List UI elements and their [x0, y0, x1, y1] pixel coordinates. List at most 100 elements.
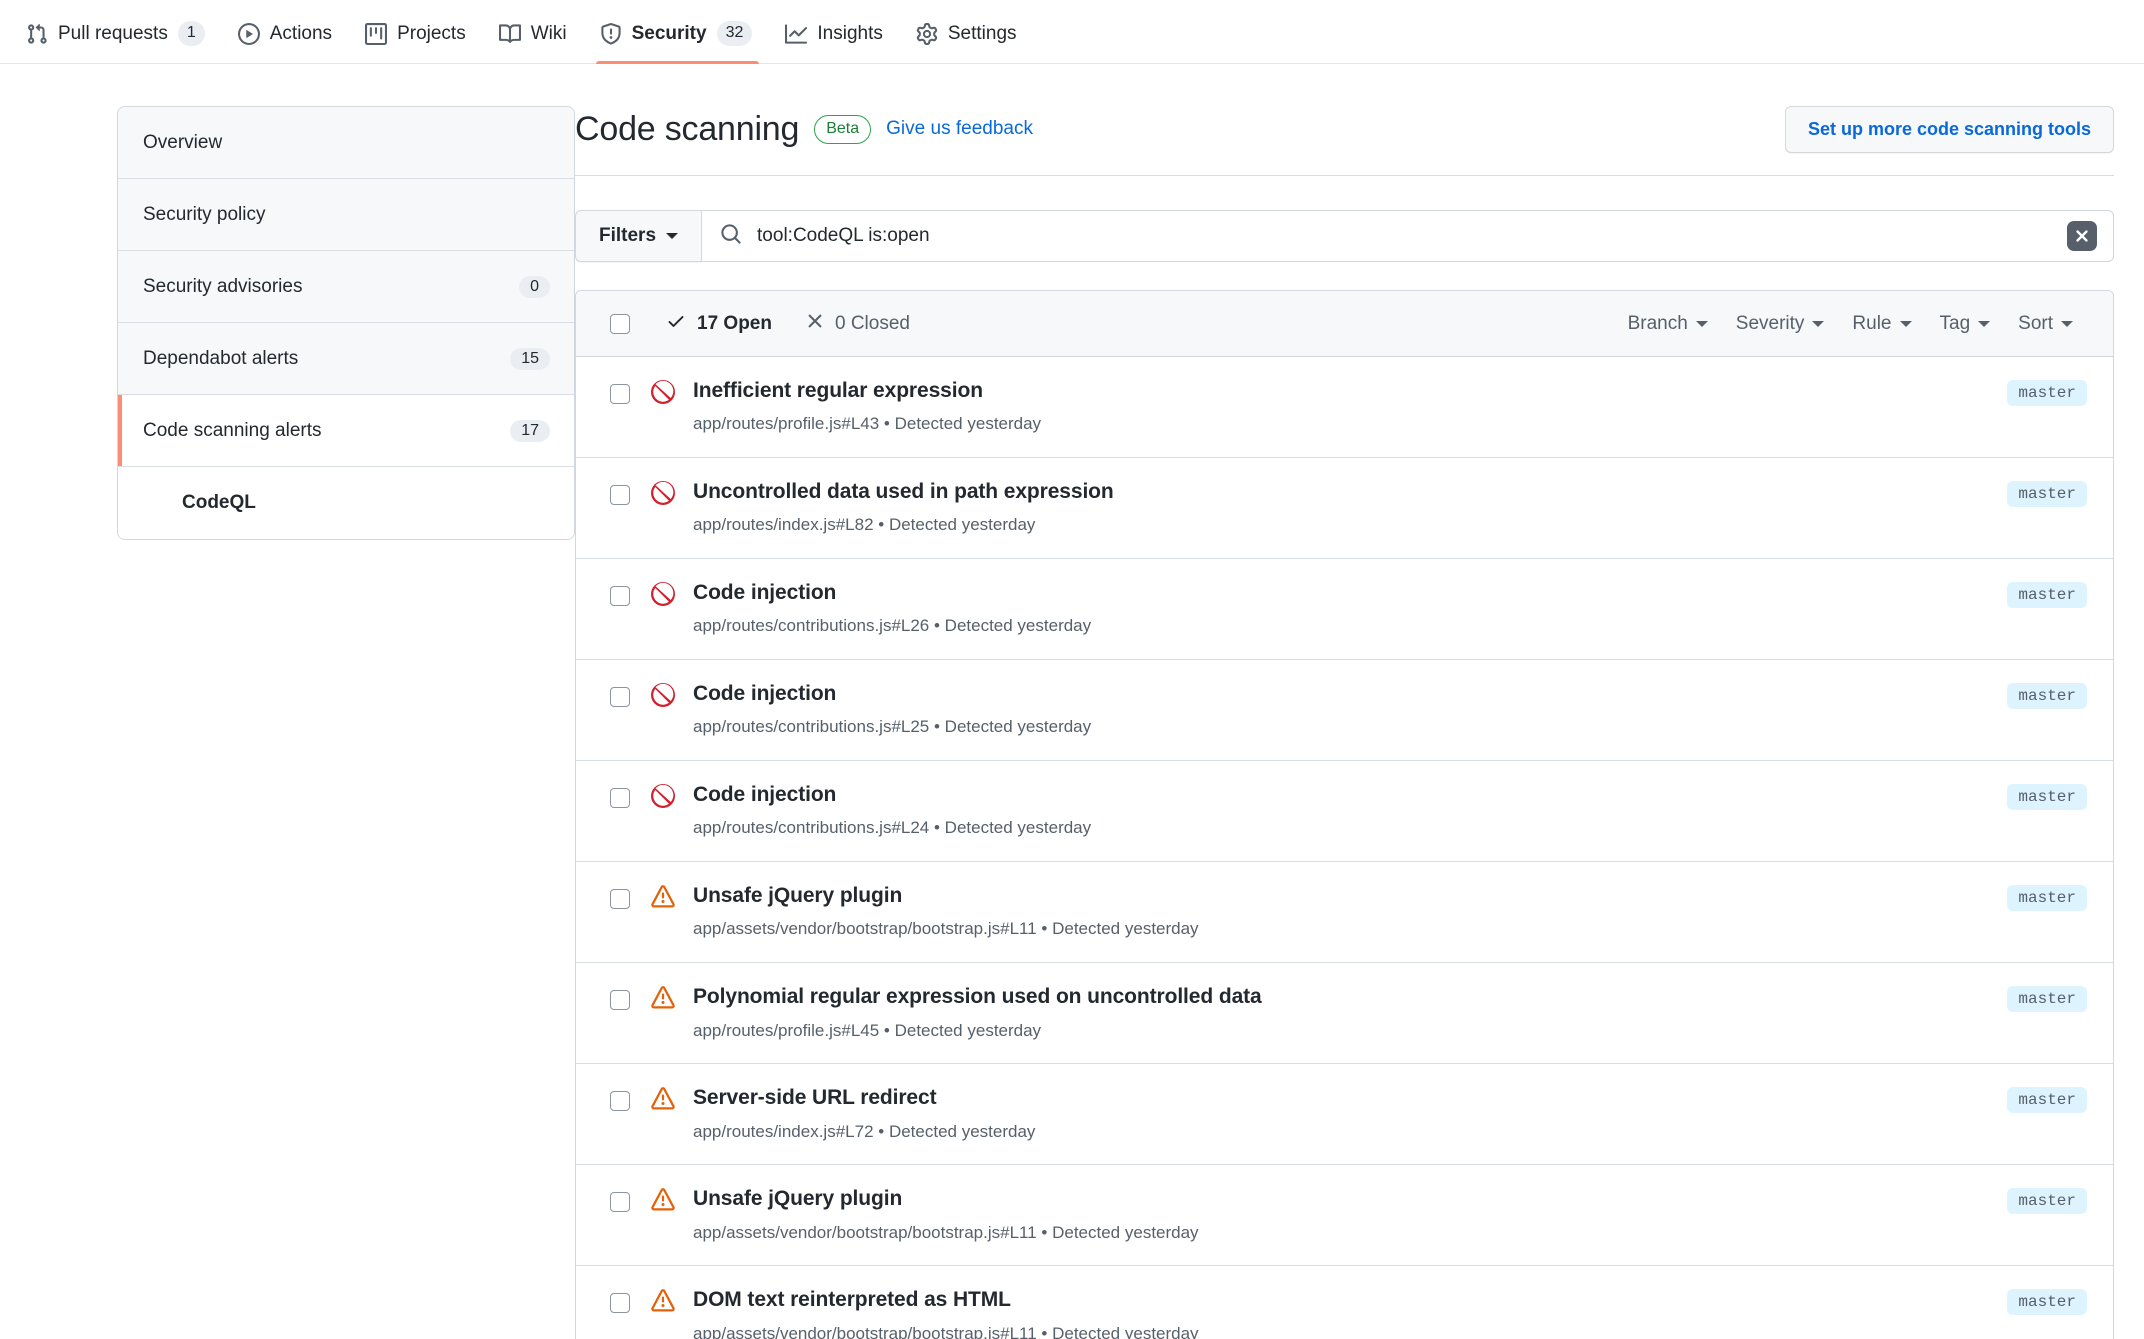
alert-row[interactable]: DOM text reinterpreted as HTML app/assets… — [576, 1266, 2113, 1339]
nav-tab-label: Actions — [269, 23, 333, 44]
sidebar-item-code-scanning-alerts[interactable]: Code scanning alerts 17 — [118, 395, 574, 467]
chevron-down-icon — [1978, 320, 1991, 327]
setup-code-scanning-tools-button[interactable]: Set up more code scanning tools — [1784, 106, 2114, 153]
alert-row[interactable]: Unsafe jQuery plugin app/assets/vendor/bo… — [576, 862, 2113, 964]
alerts-state-filters: 17 Open 0 Closed — [610, 311, 1614, 337]
alert-title-link[interactable]: Code injection — [693, 580, 836, 606]
sidebar-item-dependabot-alerts[interactable]: Dependabot alerts 15 — [118, 323, 574, 395]
alert-title-link[interactable]: Unsafe jQuery plugin — [693, 1186, 902, 1212]
alert-branch-tag: master — [2007, 481, 2087, 508]
alert-row[interactable]: Code injection app/routes/contributions.j… — [576, 660, 2113, 762]
filters-dropdown-button[interactable]: Filters — [575, 210, 703, 262]
sidebar-item-overview[interactable]: Overview — [118, 107, 574, 179]
alert-row-checkbox[interactable] — [610, 1293, 630, 1314]
alert-row-body: Unsafe jQuery plugin app/assets/vendor/bo… — [693, 1186, 2007, 1244]
nav-tab-wiki[interactable]: Wiki — [487, 1, 588, 63]
alert-triangle-icon — [651, 885, 675, 909]
nav-tab-security[interactable]: Security 32 — [588, 1, 774, 64]
alert-detected-time: Detected yesterday — [1052, 1222, 1199, 1242]
alert-row-checkbox[interactable] — [610, 990, 630, 1011]
nav-tab-actions[interactable]: Actions — [226, 1, 353, 63]
alert-meta: app/routes/index.js#L82 • Detected yeste… — [693, 515, 1036, 535]
alert-row[interactable]: Polynomial regular expression used on un… — [576, 963, 2113, 1065]
alert-row-checkbox[interactable] — [610, 1192, 630, 1213]
sidebar-item-security-policy[interactable]: Security policy — [118, 179, 574, 251]
alert-meta: app/routes/profile.js#L43 • Detected yes… — [693, 414, 1042, 434]
dropdown-rule[interactable]: Rule — [1838, 313, 1925, 335]
nav-tab-insights[interactable]: Insights — [773, 1, 903, 63]
alert-row-checkbox[interactable] — [610, 384, 630, 404]
alert-branch-tag: master — [2007, 986, 2087, 1013]
nav-tab-label: Projects — [397, 23, 466, 44]
alert-path: app/routes/profile.js#L43 — [693, 414, 880, 434]
give-feedback-link[interactable]: Give us feedback — [886, 118, 1033, 140]
sidebar-item-codeql[interactable]: CodeQL — [118, 467, 574, 539]
alert-row-body: Uncontrolled data used in path expressio… — [693, 479, 2007, 537]
alert-row[interactable]: Unsafe jQuery plugin app/assets/vendor/bo… — [576, 1165, 2113, 1267]
nav-tab-projects[interactable]: Projects — [353, 1, 487, 63]
alert-row-checkbox[interactable] — [610, 1091, 630, 1112]
stop-circle-icon — [651, 784, 675, 809]
alert-row-checkbox[interactable] — [610, 687, 630, 708]
dropdown-branch[interactable]: Branch — [1614, 313, 1722, 335]
sidebar-item-security-advisories[interactable]: Security advisories 0 — [118, 251, 574, 323]
dropdown-label: Rule — [1852, 312, 1892, 334]
select-all-checkbox[interactable] — [610, 313, 630, 334]
alert-title-link[interactable]: Code injection — [693, 782, 836, 808]
alert-row-checkbox[interactable] — [610, 889, 630, 910]
closed-alerts-filter[interactable]: 0 Closed — [806, 312, 910, 336]
project-board-icon — [365, 22, 388, 45]
dropdown-tag[interactable]: Tag — [1926, 313, 2005, 335]
x-icon — [806, 312, 824, 336]
open-alerts-filter[interactable]: 17 Open — [666, 311, 772, 337]
alert-title-link[interactable]: Unsafe jQuery plugin — [693, 883, 902, 909]
alert-triangle-icon — [651, 1087, 675, 1111]
clear-search-button[interactable] — [2067, 221, 2097, 251]
stop-circle-icon — [651, 380, 675, 404]
alert-row-body: Server-side URL redirect app/routes/index… — [693, 1085, 2007, 1143]
sidebar-item-label: Code scanning alerts — [143, 419, 322, 441]
alert-title-link[interactable]: Inefficient regular expression — [693, 378, 983, 404]
nav-tab-label: Settings — [947, 23, 1017, 44]
stop-circle-icon — [651, 683, 675, 708]
alert-detected-time: Detected yesterday — [1052, 919, 1199, 939]
page-title: Code scanning — [575, 109, 800, 148]
alert-title-link[interactable]: Polynomial regular expression used on un… — [693, 984, 1262, 1010]
nav-tab-pull-requests[interactable]: Pull requests 1 — [14, 1, 226, 63]
search-input[interactable] — [755, 224, 2054, 248]
filter-bar: Filters — [575, 210, 2114, 262]
alert-row[interactable]: Code injection app/routes/contributions.j… — [576, 761, 2113, 863]
alert-row[interactable]: Inefficient regular expression app/routes… — [576, 357, 2113, 459]
alert-title-link[interactable]: Server-side URL redirect — [693, 1085, 937, 1111]
search-field-wrapper[interactable] — [702, 210, 2114, 262]
sidebar-item-counter: 17 — [510, 419, 550, 442]
alert-row-checkbox[interactable] — [610, 485, 630, 506]
alert-triangle-icon — [651, 1289, 675, 1313]
alert-title-link[interactable]: DOM text reinterpreted as HTML — [693, 1287, 1011, 1313]
alert-row[interactable]: Server-side URL redirect app/routes/index… — [576, 1064, 2113, 1166]
alert-detected-time: Detected yesterday — [894, 1020, 1042, 1040]
closed-alerts-label: 0 Closed — [834, 312, 910, 334]
alert-detected-time: Detected yesterday — [888, 515, 1036, 535]
alert-meta: app/assets/vendor/bootstrap/bootstrap.js… — [693, 919, 1199, 939]
filters-label: Filters — [599, 225, 657, 246]
alert-title-link[interactable]: Code injection — [693, 681, 836, 707]
alert-path: app/routes/index.js#L82 — [693, 515, 874, 535]
title-group: Code scanning Beta Give us feedback — [575, 109, 1033, 148]
alert-row-body: Code injection app/routes/contributions.j… — [693, 681, 2007, 739]
page-header: Code scanning Beta Give us feedback Set … — [575, 106, 2114, 176]
page-body: Overview Security policy Security advisori… — [0, 64, 2144, 1339]
alert-title-link[interactable]: Uncontrolled data used in path expressio… — [693, 479, 1114, 505]
dropdown-sort[interactable]: Sort — [2004, 313, 2087, 335]
alert-row[interactable]: Code injection app/routes/contributions.j… — [576, 559, 2113, 661]
dropdown-label: Branch — [1627, 312, 1688, 334]
chevron-down-icon — [666, 233, 679, 239]
alert-row-checkbox[interactable] — [610, 788, 630, 809]
dropdown-severity[interactable]: Severity — [1722, 313, 1839, 335]
alert-row-checkbox[interactable] — [610, 586, 630, 607]
nav-tab-settings[interactable]: Settings — [904, 1, 1038, 63]
alert-path: app/assets/vendor/bootstrap/bootstrap.js… — [693, 1323, 1037, 1339]
alert-branch-tag: master — [2007, 1289, 2087, 1316]
alert-path: app/routes/profile.js#L45 — [693, 1020, 880, 1040]
alert-row[interactable]: Uncontrolled data used in path expressio… — [576, 458, 2113, 560]
